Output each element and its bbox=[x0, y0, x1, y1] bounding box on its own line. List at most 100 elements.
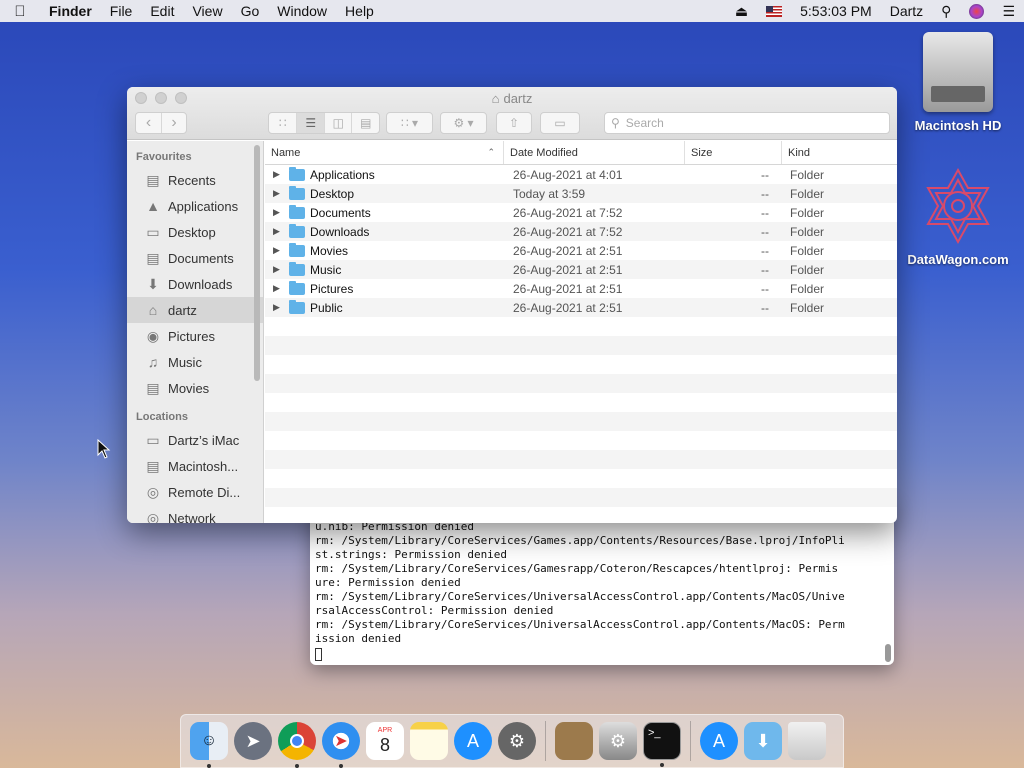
folder-icon bbox=[289, 185, 305, 200]
menu-window[interactable]: Window bbox=[268, 3, 336, 19]
sidebar-item-label: Music bbox=[168, 354, 202, 370]
sidebar-item-macintosh-hd[interactable]: ▤ Macintosh... bbox=[127, 453, 263, 479]
window-title-text: dartz bbox=[503, 91, 533, 106]
sidebar-item-documents[interactable]: ▤ Documents bbox=[127, 245, 263, 271]
spotlight-search-icon[interactable]: ⚲ bbox=[941, 3, 951, 20]
terminal-window[interactable]: u.nib: Permission denied rm: /System/Lib… bbox=[310, 500, 894, 665]
sidebar-item-network[interactable]: ◎ Network bbox=[127, 505, 263, 524]
terminal-cursor[interactable] bbox=[315, 648, 322, 661]
terminal-line: rm: /System/Library/CoreServices/Games.a… bbox=[315, 534, 845, 547]
sidebar-item-applications[interactable]: ▲ Applications bbox=[127, 193, 263, 219]
list-view-button[interactable]: ☰ bbox=[296, 113, 324, 133]
forward-button[interactable]: › bbox=[160, 113, 186, 133]
notes-icon[interactable] bbox=[410, 722, 448, 760]
sidebar-item-label: Documents bbox=[168, 250, 234, 266]
sidebar-item-downloads[interactable]: ⬇ Downloads bbox=[127, 271, 263, 297]
menu-view[interactable]: View bbox=[183, 3, 231, 19]
terminal-icon[interactable]: >_ bbox=[643, 722, 681, 767]
table-row[interactable]: ▶ Music 26-Aug-2021 at 2:51 -- Folder bbox=[265, 260, 897, 279]
file-name: Documents bbox=[310, 205, 371, 220]
disclosure-triangle-icon[interactable]: ▶ bbox=[273, 245, 289, 256]
disclosure-triangle-icon[interactable]: ▶ bbox=[273, 169, 289, 180]
terminal-scrollbar[interactable] bbox=[885, 644, 891, 662]
file-date: 26-Aug-2021 at 7:52 bbox=[513, 224, 623, 239]
tags-button[interactable]: ▭ bbox=[540, 112, 580, 134]
launchpad-icon[interactable]: ➤ bbox=[234, 722, 272, 760]
disclosure-triangle-icon[interactable]: ▶ bbox=[273, 226, 289, 237]
table-row[interactable]: ▶ Desktop Today at 3:59 -- Folder bbox=[265, 184, 897, 203]
column-header-name[interactable]: Name ⌃ bbox=[265, 141, 503, 164]
desktop-icon-label: DataWagon.com bbox=[907, 252, 1009, 267]
sidebar-scrollbar[interactable] bbox=[254, 145, 260, 381]
table-row-empty bbox=[265, 393, 897, 412]
sidebar-item-label: Dartz’s iMac bbox=[168, 432, 240, 448]
sidebar-item-pictures[interactable]: ◉ Pictures bbox=[127, 323, 263, 349]
table-row[interactable]: ▶ Applications 26-Aug-2021 at 4:01 -- Folder bbox=[265, 165, 897, 184]
table-row[interactable]: ▶ Documents 26-Aug-2021 at 7:52 -- Folder bbox=[265, 203, 897, 222]
column-view-button[interactable]: ◫ bbox=[323, 113, 352, 133]
menu-app-name[interactable]: Finder bbox=[40, 3, 101, 19]
table-row[interactable]: ▶ Downloads 26-Aug-2021 at 7:52 -- Folder bbox=[265, 222, 897, 241]
share-button[interactable]: ⇧ bbox=[496, 112, 532, 134]
file-size: -- bbox=[761, 224, 769, 239]
dock-separator bbox=[545, 721, 546, 761]
sidebar-item-movies[interactable]: ▤ Movies bbox=[127, 375, 263, 401]
downloads-folder-icon[interactable]: ⬇ bbox=[744, 722, 782, 760]
action-button[interactable]: ⚙ ▾ bbox=[440, 112, 487, 134]
table-row[interactable]: ▶ Movies 26-Aug-2021 at 2:51 -- Folder bbox=[265, 241, 897, 260]
calendar-icon[interactable]: APR 8 bbox=[366, 722, 404, 760]
search-field[interactable]: ⚲ Search bbox=[604, 112, 890, 134]
menu-file[interactable]: File bbox=[101, 3, 142, 19]
disclosure-triangle-icon[interactable]: ▶ bbox=[273, 264, 289, 275]
disclosure-triangle-icon[interactable]: ▶ bbox=[273, 283, 289, 294]
icon-view-button[interactable]: ∷ bbox=[269, 113, 296, 133]
menu-user[interactable]: Dartz bbox=[890, 3, 923, 19]
gallery-view-button[interactable]: ▤ bbox=[351, 113, 379, 133]
file-kind: Folder bbox=[790, 300, 825, 315]
notification-center-icon[interactable]: ☰ bbox=[1002, 3, 1015, 20]
contacts-icon[interactable] bbox=[555, 722, 593, 760]
sidebar-item-label: Remote Di... bbox=[168, 484, 241, 500]
back-button[interactable]: ‹ bbox=[136, 113, 161, 133]
desktop-icon-macintosh-hd[interactable]: Macintosh HD bbox=[908, 32, 1008, 133]
siri-icon[interactable] bbox=[969, 3, 985, 19]
group-button[interactable]: ∷ ▾ bbox=[386, 112, 433, 134]
table-row[interactable]: ▶ Pictures 26-Aug-2021 at 2:51 -- Folder bbox=[265, 279, 897, 298]
terminal-line: rm: /System/Library/CoreServices/Gamesra… bbox=[315, 562, 839, 575]
column-header-kind[interactable]: Kind bbox=[781, 141, 897, 164]
sidebar-item-desktop[interactable]: ▭ Desktop bbox=[127, 219, 263, 245]
menu-clock[interactable]: 5:53:03 PM bbox=[800, 3, 872, 19]
disclosure-triangle-icon[interactable]: ▶ bbox=[273, 207, 289, 218]
disclosure-triangle-icon[interactable]: ▶ bbox=[273, 188, 289, 199]
disk-utility-icon[interactable]: ⚙ bbox=[599, 722, 637, 760]
column-header-size[interactable]: Size bbox=[684, 141, 781, 164]
folder-icon bbox=[289, 204, 305, 219]
finder-icon[interactable]: ☺ bbox=[190, 722, 228, 768]
sidebar-item-recents[interactable]: ▤ Recents bbox=[127, 167, 263, 193]
chrome-icon[interactable] bbox=[278, 722, 316, 768]
network-icon: ◎ bbox=[146, 509, 160, 524]
apple-menu-icon[interactable]:  bbox=[0, 3, 40, 20]
sidebar-item-imac[interactable]: ▭ Dartz’s iMac bbox=[127, 427, 263, 453]
sidebar-item-dartz[interactable]: ⌂ dartz bbox=[127, 297, 263, 323]
menu-edit[interactable]: Edit bbox=[141, 3, 183, 19]
system-preferences-icon[interactable]: ⚙ bbox=[498, 722, 536, 760]
file-kind: Folder bbox=[790, 186, 825, 201]
table-row[interactable]: ▶ Public 26-Aug-2021 at 2:51 -- Folder bbox=[265, 298, 897, 317]
terminal-line: st.strings: Permission denied bbox=[315, 548, 508, 561]
app-store-downloads-icon[interactable]: A bbox=[700, 722, 738, 760]
sidebar-item-music[interactable]: ♫ Music bbox=[127, 349, 263, 375]
input-source-flag-icon[interactable] bbox=[766, 5, 783, 17]
eject-icon[interactable]: ⏏ bbox=[735, 3, 748, 20]
disclosure-triangle-icon[interactable]: ▶ bbox=[273, 302, 289, 313]
trash-icon[interactable] bbox=[788, 722, 826, 760]
column-header-date[interactable]: Date Modified bbox=[503, 141, 684, 164]
menu-go[interactable]: Go bbox=[232, 3, 269, 19]
sidebar-item-remote-disc[interactable]: ◎ Remote Di... bbox=[127, 479, 263, 505]
app-store-icon[interactable]: A bbox=[454, 722, 492, 760]
desktop-icon-datawagon[interactable]: DataWagon.com bbox=[898, 166, 1018, 267]
sidebar-item-label: dartz bbox=[168, 302, 197, 318]
menu-help[interactable]: Help bbox=[336, 3, 383, 19]
safari-icon[interactable]: ➤ bbox=[322, 722, 360, 768]
documents-icon: ▤ bbox=[146, 249, 160, 266]
